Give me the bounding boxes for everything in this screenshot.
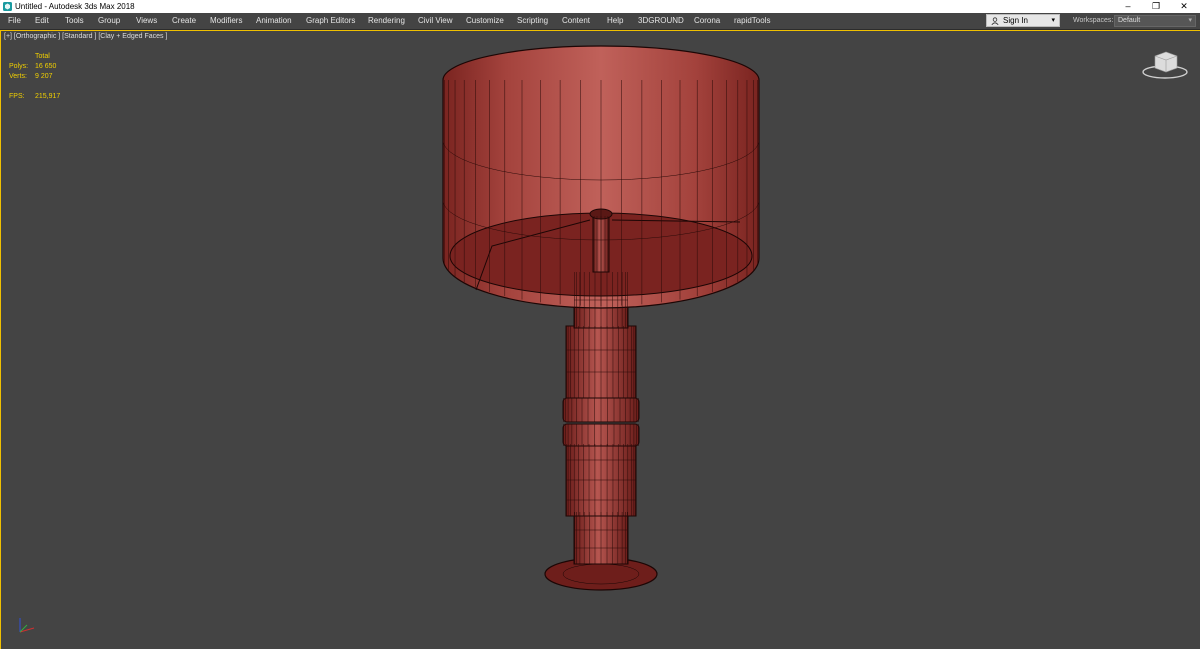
viewcube-icon — [1142, 51, 1188, 79]
stats-header: Total — [35, 53, 50, 60]
viewport-label[interactable]: [+] [Orthographic ] [Standard ] [Clay + … — [4, 33, 167, 40]
stats-verts-value: 9 207 — [35, 73, 53, 80]
stats-verts-label: Verts: — [9, 73, 27, 80]
stats-polys-value: 16 650 — [35, 63, 57, 70]
stats-fps-value: 215,917 — [35, 93, 61, 100]
stats-polys-label: Polys: — [9, 63, 29, 70]
stats-fps-label: FPS: — [9, 93, 25, 100]
viewport-scene — [19, 45, 1188, 633]
axis-gizmo-icon — [19, 618, 35, 633]
